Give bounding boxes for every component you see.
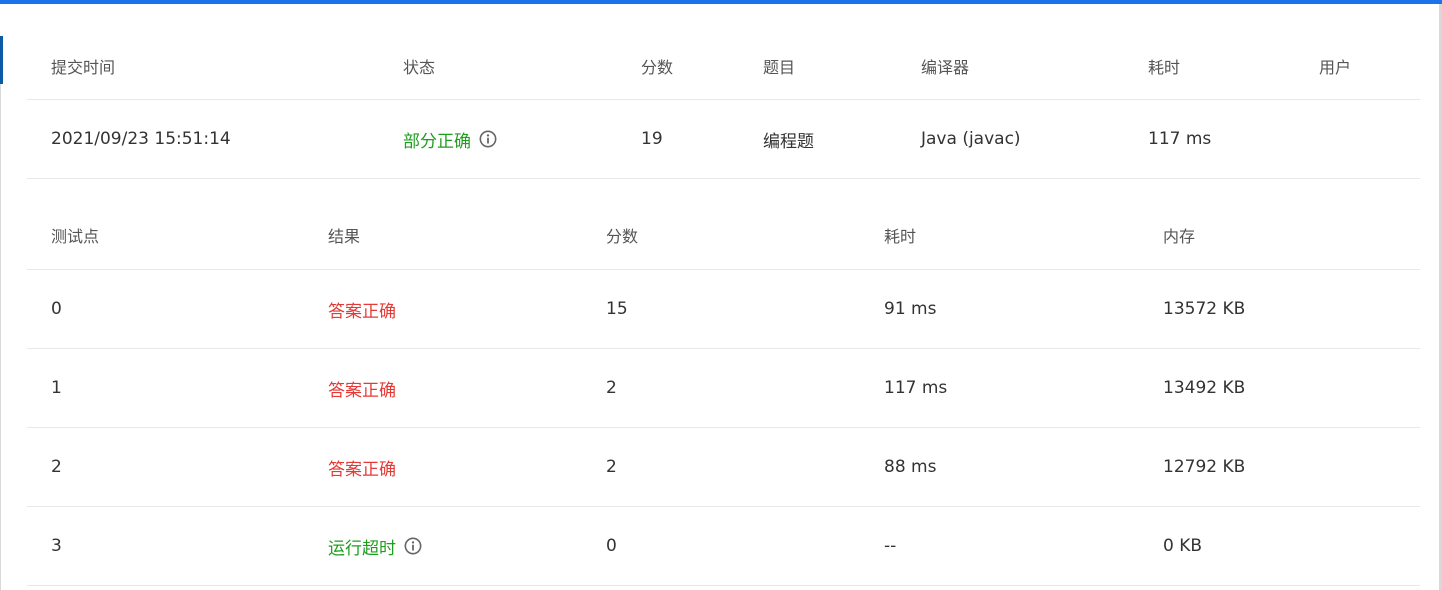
submission-score: 19 [641,129,663,149]
test-id: 3 [51,536,62,556]
col-header-submit-time: 提交时间 [51,58,116,77]
test-memory: 0 KB [1163,536,1203,556]
left-nav-strip [0,36,3,84]
test-memory: 13492 KB [1163,378,1246,398]
table-row: 0 答案正确 15 91 ms 13572 KB [27,270,1420,349]
test-result-cell: 运行超时 [304,507,582,586]
test-result: 答案正确 [328,301,396,322]
col-header-result: 结果 [328,226,361,246]
info-circle-icon[interactable] [404,537,422,555]
info-circle-icon[interactable] [479,130,497,148]
submit-time: 2021/09/23 15:51:14 [51,129,231,149]
test-result: 答案正确 [328,459,396,480]
col-header-memory: 内存 [1163,226,1196,246]
col-header-problem: 题目 [763,58,796,77]
test-time: 88 ms [884,457,937,477]
submission-compiler: Java (javac) [921,129,1021,149]
table-row: 3 运行超时 0 -- 0 KB [27,507,1420,586]
test-id: 1 [51,378,62,398]
test-time: -- [884,536,897,556]
test-memory: 12792 KB [1163,457,1246,477]
submission-table: 提交时间 状态 分数 题目 编译器 耗时 用户 2021/09/23 15:51… [27,33,1420,179]
test-memory: 13572 KB [1163,299,1246,319]
test-time: 117 ms [884,378,948,398]
test-time: 91 ms [884,299,937,319]
col-header-duration: 耗时 [1148,58,1181,77]
test-score: 2 [606,457,617,477]
submission-header-row: 提交时间 状态 分数 题目 编译器 耗时 用户 [27,33,1420,100]
test-score: 2 [606,378,617,398]
test-id: 0 [51,299,62,319]
col-header-test-score: 分数 [606,226,639,246]
tests-header-row: 测试点 结果 分数 耗时 内存 [27,200,1420,270]
test-result: 答案正确 [328,380,396,401]
col-header-status: 状态 [403,58,436,77]
col-header-user: 用户 [1319,58,1352,77]
top-accent-bar [0,0,1442,4]
table-row: 2 答案正确 2 88 ms 12792 KB [27,428,1420,507]
test-result: 运行超时 [328,538,396,559]
test-cases-table: 测试点 结果 分数 耗时 内存 0 答案正确 15 91 ms 13572 KB… [27,200,1420,586]
col-header-test-point: 测试点 [51,226,100,246]
test-score: 0 [606,536,617,556]
left-border [0,84,1,590]
col-header-test-time: 耗时 [884,226,917,246]
test-score: 15 [606,299,628,319]
test-id: 2 [51,457,62,477]
submission-status-cell: 部分正确 [379,100,617,179]
col-header-compiler: 编译器 [921,58,970,77]
submission-status: 部分正确 [403,131,471,152]
submission-row: 2021/09/23 15:51:14 部分正确 19 编程题 Java (ja… [27,100,1420,179]
submission-duration: 117 ms [1148,129,1212,149]
submission-user[interactable] [1295,100,1420,179]
submission-problem[interactable]: 编程题 [739,100,897,179]
col-header-score: 分数 [641,58,674,77]
table-row: 1 答案正确 2 117 ms 13492 KB [27,349,1420,428]
